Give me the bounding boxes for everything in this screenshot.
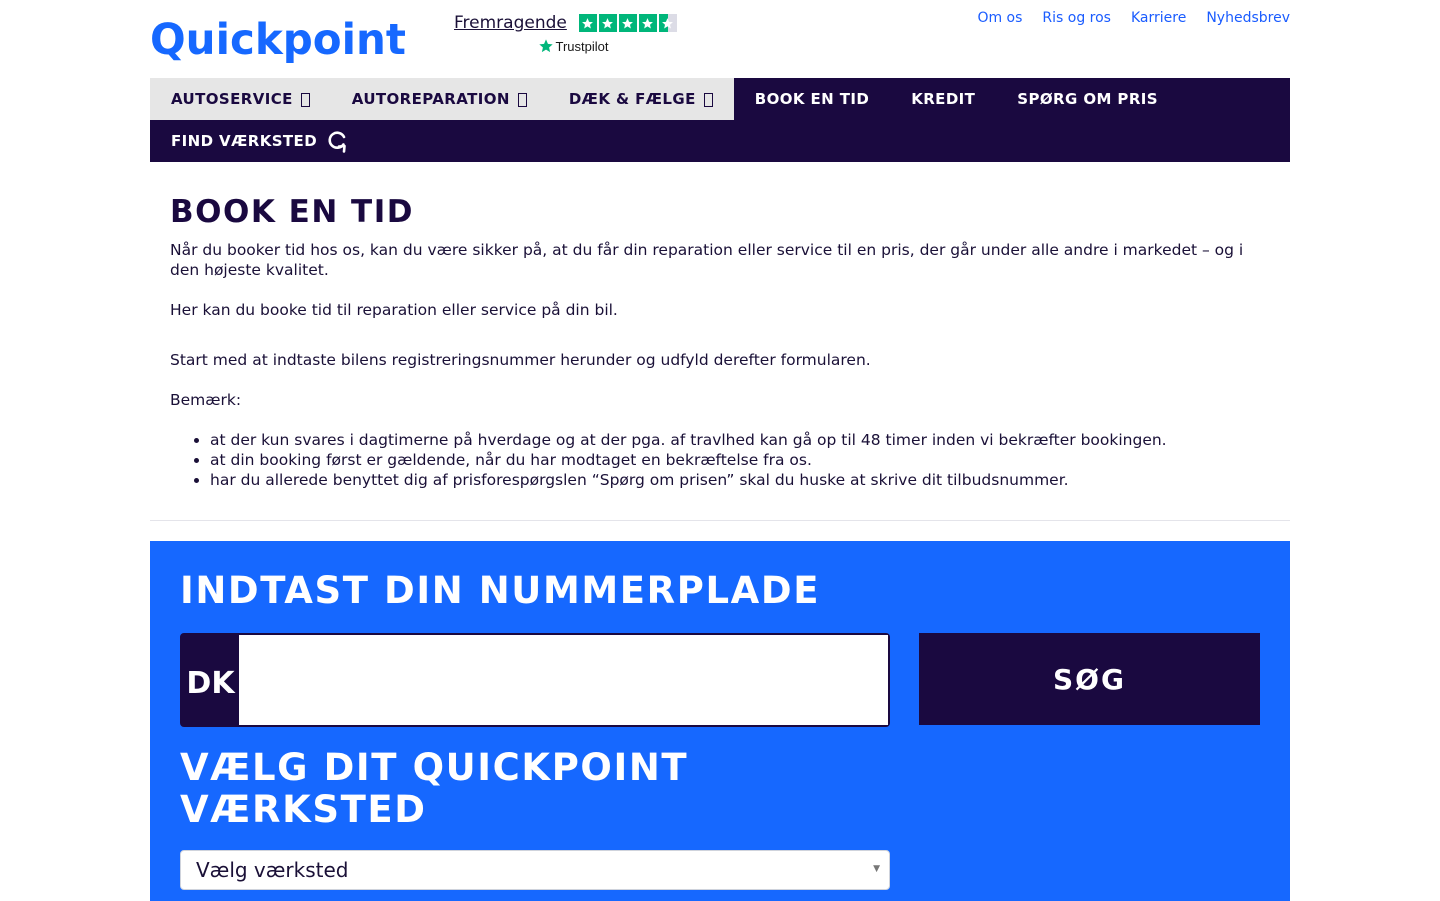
- list-item: at din booking først er gældende, når du…: [210, 450, 1270, 470]
- trustpilot-widget[interactable]: Fremragende Trustpilot: [454, 13, 686, 54]
- list-item: har du allerede benyttet dig af prisfore…: [210, 470, 1270, 490]
- page-title: BOOK EN TID: [170, 194, 414, 230]
- nav-item-sporg-om-pris[interactable]: SPØRG OM PRIS: [996, 78, 1179, 120]
- main-nav: AUTOSERVICE AUTOREPARATION DÆK & FÆLGE B…: [150, 78, 1290, 162]
- intro-paragraph: Når du booker tid hos os, kan du være si…: [170, 241, 1244, 279]
- main-content: BOOK EN TID Når du booker tid hos os, ka…: [150, 162, 1290, 490]
- booking-panel: INDTAST DIN NUMMERPLADE DK SØG VÆLG DIT …: [150, 541, 1290, 901]
- dropdown-icon: [517, 93, 527, 107]
- page: Quickpoint Fremragende Trustpilot Om os: [150, 0, 1290, 901]
- nav-item-kredit[interactable]: KREDIT: [890, 78, 996, 120]
- note-list: at der kun svares i dagtimerne på hverda…: [170, 430, 1270, 490]
- top-link-om-os[interactable]: Om os: [977, 10, 1022, 26]
- info-paragraph: Her kan du booke tid til reparation elle…: [170, 301, 618, 319]
- site-header: Quickpoint Fremragende Trustpilot Om os: [150, 0, 1290, 78]
- nav-item-label: SPØRG OM PRIS: [1017, 90, 1158, 108]
- plate-country-code: DK: [182, 635, 239, 725]
- trustpilot-rating-label[interactable]: Fremragende: [454, 13, 567, 33]
- trustpilot-stars: [578, 14, 677, 32]
- trustpilot-brand: Trustpilot: [454, 38, 686, 54]
- top-link-ris-og-ros[interactable]: Ris og ros: [1042, 10, 1111, 26]
- nav-item-find-vaerksted[interactable]: FIND VÆRKSTED: [150, 120, 370, 162]
- nav-item-label: FIND VÆRKSTED: [171, 132, 318, 150]
- chevron-down-icon: ▼: [873, 864, 880, 874]
- dropdown-icon: [300, 93, 310, 107]
- trustpilot-star-icon: [538, 39, 553, 53]
- nav-item-label: AUTOSERVICE: [171, 90, 293, 108]
- workshop-select[interactable]: Vælg værksted ▼: [180, 850, 890, 890]
- dropdown-icon: [703, 93, 713, 107]
- trustpilot-brand-label: Trustpilot: [555, 38, 609, 54]
- nav-item-label: KREDIT: [911, 90, 976, 108]
- nav-item-book-en-tid[interactable]: BOOK EN TID: [734, 78, 890, 120]
- nav-item-label: AUTOREPARATION: [351, 90, 510, 108]
- workshop-select-value: Vælg værksted: [196, 858, 349, 882]
- license-plate-field: DK: [180, 633, 890, 727]
- license-plate-input[interactable]: [239, 635, 888, 725]
- quickpoint-logo[interactable]: Quickpoint: [150, 14, 408, 70]
- logo-graphic: Quickpoint: [150, 15, 406, 65]
- star-icon: [598, 14, 617, 32]
- top-link-karriere[interactable]: Karriere: [1131, 10, 1186, 26]
- search-button[interactable]: SØG: [919, 633, 1260, 725]
- nav-item-autoservice[interactable]: AUTOSERVICE: [150, 78, 331, 120]
- workshop-title: VÆLG DIT QUICKPOINT VÆRKSTED: [180, 746, 689, 831]
- half-star-icon: [658, 14, 677, 32]
- instruction-paragraph: Start med at indtaste bilens registrerin…: [170, 351, 871, 369]
- list-item: at der kun svares i dagtimerne på hverda…: [210, 430, 1270, 450]
- svg-text:Quickpoint: Quickpoint: [150, 15, 406, 65]
- note-label: Bemærk:: [170, 391, 242, 409]
- refresh-icon: [325, 129, 349, 153]
- divider: [150, 520, 1290, 521]
- star-icon: [578, 14, 597, 32]
- star-icon: [638, 14, 657, 32]
- nav-item-label: BOOK EN TID: [754, 90, 870, 108]
- nav-item-label: DÆK & FÆLGE: [568, 90, 696, 108]
- nav-item-daek-faelge[interactable]: DÆK & FÆLGE: [547, 78, 734, 120]
- nav-item-autoreparation[interactable]: AUTOREPARATION: [330, 78, 548, 120]
- top-links: Om os Ris og ros Karriere Nyhedsbrev: [977, 10, 1290, 26]
- star-icon: [618, 14, 637, 32]
- top-link-nyhedsbrev[interactable]: Nyhedsbrev: [1206, 10, 1290, 26]
- plate-title: INDTAST DIN NUMMERPLADE: [180, 569, 821, 612]
